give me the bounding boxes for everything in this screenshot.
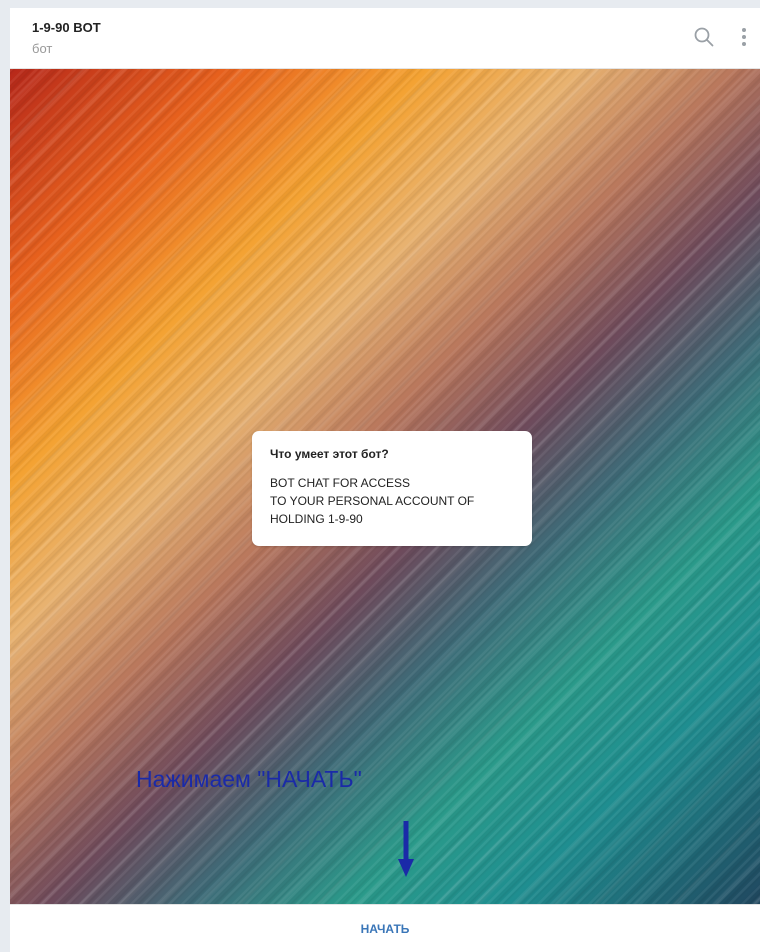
chat-background: Что умеет этот бот? BOT CHAT FOR ACCESS … bbox=[10, 69, 760, 904]
bot-info-title: Что умеет этот бот? bbox=[270, 447, 389, 461]
instruction-annotation: Нажимаем "НАЧАТЬ" bbox=[136, 766, 362, 792]
arrow-down-icon bbox=[398, 821, 414, 877]
bot-info-card: Что умеет этот бот? BOT CHAT FOR ACCESS … bbox=[252, 431, 532, 546]
search-icon[interactable] bbox=[692, 25, 716, 49]
chat-window: 1-9-90 BOT бот Что умеет этот бот? BOT C… bbox=[10, 8, 760, 952]
bot-info-line: TO YOUR PERSONAL ACCOUNT OF bbox=[270, 494, 475, 508]
chat-subtitle: бот bbox=[32, 41, 53, 56]
start-button[interactable]: НАЧАТЬ bbox=[10, 905, 760, 952]
chat-title[interactable]: 1-9-90 BOT bbox=[32, 20, 101, 35]
more-vertical-icon[interactable] bbox=[732, 25, 756, 49]
bot-footer: НАЧАТЬ bbox=[10, 904, 760, 952]
bot-info-line: BOT CHAT FOR ACCESS bbox=[270, 476, 411, 490]
bot-info-line: HOLDING 1-9-90 bbox=[270, 512, 363, 526]
chat-header: 1-9-90 BOT бот bbox=[10, 8, 760, 69]
